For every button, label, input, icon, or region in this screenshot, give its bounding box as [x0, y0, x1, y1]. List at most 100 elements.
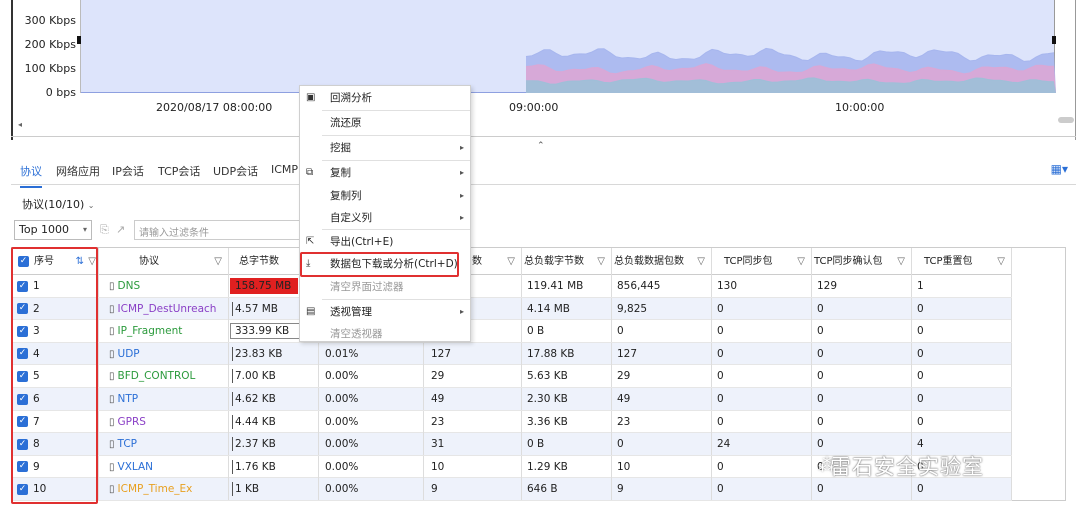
range-handle-left[interactable] [77, 36, 81, 44]
cell-ppkts: 49 [612, 388, 712, 410]
cell-synack: 129 [812, 275, 912, 297]
collapse-up-icon[interactable]: ⌃ [537, 141, 545, 151]
cell-pkts: 10 [424, 455, 522, 478]
col-header-tcp-rst[interactable]: TCP重置包 ▽ [912, 248, 1012, 275]
top-select[interactable]: Top 1000 ▾ [14, 220, 92, 240]
menu-item-label: 清空透视器 [330, 328, 383, 340]
filter-funnel-icon[interactable]: ▽ [897, 248, 905, 275]
protocol-name[interactable]: UDP [118, 348, 140, 360]
document-icon: ▯ [109, 326, 115, 338]
bytes-value: 2.37 KB [235, 438, 276, 451]
document-icon: ▯ [109, 303, 115, 315]
bytes-value: 1 KB [235, 483, 260, 496]
tab-network-app[interactable]: 网络应用 [56, 163, 100, 179]
cell-pct: 0.00% [319, 410, 424, 433]
menu-item: 清空界面过滤器 [300, 275, 472, 299]
table-row[interactable]: ✓ 7 ▯ GPRS 4.44 KB 0.00% 23 3.36 KB 23 0 0 0 [12, 410, 1012, 434]
filter-funnel-icon[interactable]: ▽ [997, 248, 1005, 275]
menu-item[interactable]: 复制列 ▸ [300, 184, 472, 208]
bytes-value: 23.83 KB [235, 347, 283, 360]
share-icon[interactable]: ↗ [116, 223, 125, 236]
col-header-tcp-synack[interactable]: TCP同步确认包 ▽ [812, 248, 912, 275]
cell-proto: ▯ ICMP_Time_Ex [99, 478, 229, 501]
cell-pct: 0.00% [319, 388, 424, 410]
chart-plot-area[interactable] [80, 0, 1056, 93]
menu-item[interactable]: 自定义列 ▸ [300, 206, 472, 230]
menu-item[interactable]: ⧉ 复制 ▸ [300, 161, 472, 185]
col-header-tcp-syn[interactable]: TCP同步包 ▽ [712, 248, 812, 275]
document-icon: ▯ [109, 371, 115, 383]
cell-pkts: 9 [424, 478, 522, 501]
menu-item[interactable]: 流还原 [300, 111, 472, 135]
cell-ppkts: 127 [612, 342, 712, 365]
tab-ip-session[interactable]: IP会话 [112, 163, 144, 179]
document-icon: ▯ [109, 439, 115, 451]
cell-rst: 0 [912, 320, 1012, 343]
table-row[interactable]: ✓ 4 ▯ UDP 23.83 KB 0.01% 127 17.88 KB 127 0 0 0 [12, 342, 1012, 366]
cell-pct: 0.00% [319, 478, 424, 501]
protocol-count-label: 协议(10/10) [22, 198, 85, 211]
protocol-name[interactable]: ICMP_Time_Ex [118, 483, 193, 495]
menu-item[interactable]: ⇱ 导出(Ctrl+E) [300, 230, 472, 254]
chart-frame-right [1075, 0, 1076, 140]
document-icon: ▯ [109, 461, 115, 473]
cell-pkts: 49 [424, 388, 522, 410]
table-row[interactable]: ✓ 2 ▯ ICMP_DestUnreach 4.57 MB 4.14 MB 9,825 0 0… [12, 297, 1012, 321]
cell-proto: ▯ DNS [99, 275, 229, 297]
save-icon[interactable]: ⎘ [100, 223, 109, 237]
cell-payload: 3.36 KB [522, 410, 612, 433]
scroll-left-icon[interactable]: ◂ [18, 120, 22, 129]
table-row[interactable]: ✓ 5 ▯ BFD_CONTROL 7.00 KB 0.00% 29 5.63 KB 29 0 0 0 [12, 365, 1012, 388]
protocol-name[interactable]: BFD_CONTROL [118, 370, 196, 382]
table-row[interactable]: ✓ 3 ▯ IP_Fragment 333.99 KB 0 B0000 [12, 320, 1012, 343]
col-header-payload-bytes[interactable]: 总负载字节数 ▽ [522, 248, 612, 275]
protocol-name[interactable]: IP_Fragment [118, 325, 183, 337]
tab-udp-session[interactable]: UDP会话 [213, 163, 258, 179]
menu-item: 清空透视器 [300, 322, 472, 346]
cell-rst: 0 [912, 478, 1012, 501]
menu-separator [322, 135, 470, 136]
cell-bytes: 1 KB [229, 478, 319, 501]
filter-funnel-icon[interactable]: ▽ [507, 248, 515, 275]
cell-syn: 0 [712, 365, 812, 388]
range-handle-right[interactable] [1052, 36, 1056, 44]
protocol-name[interactable]: ICMP_DestUnreach [118, 303, 217, 315]
y-tick-label: 300 Kbps [24, 14, 76, 27]
cell-proto: ▯ GPRS [99, 410, 229, 433]
tab-icmp[interactable]: ICMP [271, 163, 298, 176]
col-header-payload-packets[interactable]: 总负载数据包数 ▽ [612, 248, 712, 275]
filter-funnel-icon[interactable]: ▽ [214, 248, 222, 275]
col-header-protocol[interactable]: 协议 ▽ [99, 248, 229, 275]
horizontal-scrollbar[interactable] [1058, 117, 1074, 123]
menu-item[interactable]: ▤ 透视管理 ▸ [300, 300, 472, 324]
filter-funnel-icon[interactable]: ▽ [697, 248, 705, 275]
protocol-name[interactable]: TCP [118, 438, 137, 450]
protocol-name[interactable]: DNS [118, 280, 141, 292]
table-row[interactable]: ✓ 1 ▯ DNS 158.75 MB 119.41 MB 856,445 130 129 1 [12, 275, 1012, 298]
protocol-count-dropdown[interactable]: 协议(10/10) ⌄ [22, 196, 95, 212]
export-icon: ⇱ [306, 236, 315, 247]
grid-view-icon[interactable]: ▦▾ [1051, 162, 1068, 176]
tab-tcp-session[interactable]: TCP会话 [158, 163, 200, 179]
filter-funnel-icon[interactable]: ▽ [597, 248, 605, 275]
view-tabs: 协议 网络应用 IP会话 TCP会话 UDP会话 ICMP ▦▾ [11, 155, 1076, 188]
cell-bytes: 4.62 KB [229, 388, 319, 410]
cell-rst: 0 [912, 342, 1012, 365]
protocol-name[interactable]: GPRS [118, 416, 146, 428]
document-icon: ▯ [109, 484, 115, 496]
bytes-value: 158.75 MB [235, 280, 292, 292]
protocol-name[interactable]: VXLAN [118, 461, 154, 473]
tab-protocol[interactable]: 协议 [20, 163, 42, 188]
cell-bytes: 4.44 KB [229, 410, 319, 433]
filter-input[interactable]: 请输入过滤条件▾ [134, 220, 314, 240]
cell-bytes: 1.76 KB [229, 455, 319, 478]
protocol-name[interactable]: NTP [118, 393, 139, 405]
filter-funnel-icon[interactable]: ▽ [797, 248, 805, 275]
table-row[interactable]: ✓ 10 ▯ ICMP_Time_Ex 1 KB 0.00% 9 646 B9000 [12, 478, 1012, 501]
menu-item[interactable]: 挖掘 ▸ [300, 136, 472, 160]
cell-proto: ▯ UDP [99, 342, 229, 365]
bytes-value: 4.57 MB [235, 302, 278, 315]
cell-pct: 0.00% [319, 455, 424, 478]
table-row[interactable]: ✓ 6 ▯ NTP 4.62 KB 0.00% 49 2.30 KB 49 0 0 0 [12, 388, 1012, 411]
menu-item[interactable]: ▣ 回溯分析 [300, 86, 472, 110]
